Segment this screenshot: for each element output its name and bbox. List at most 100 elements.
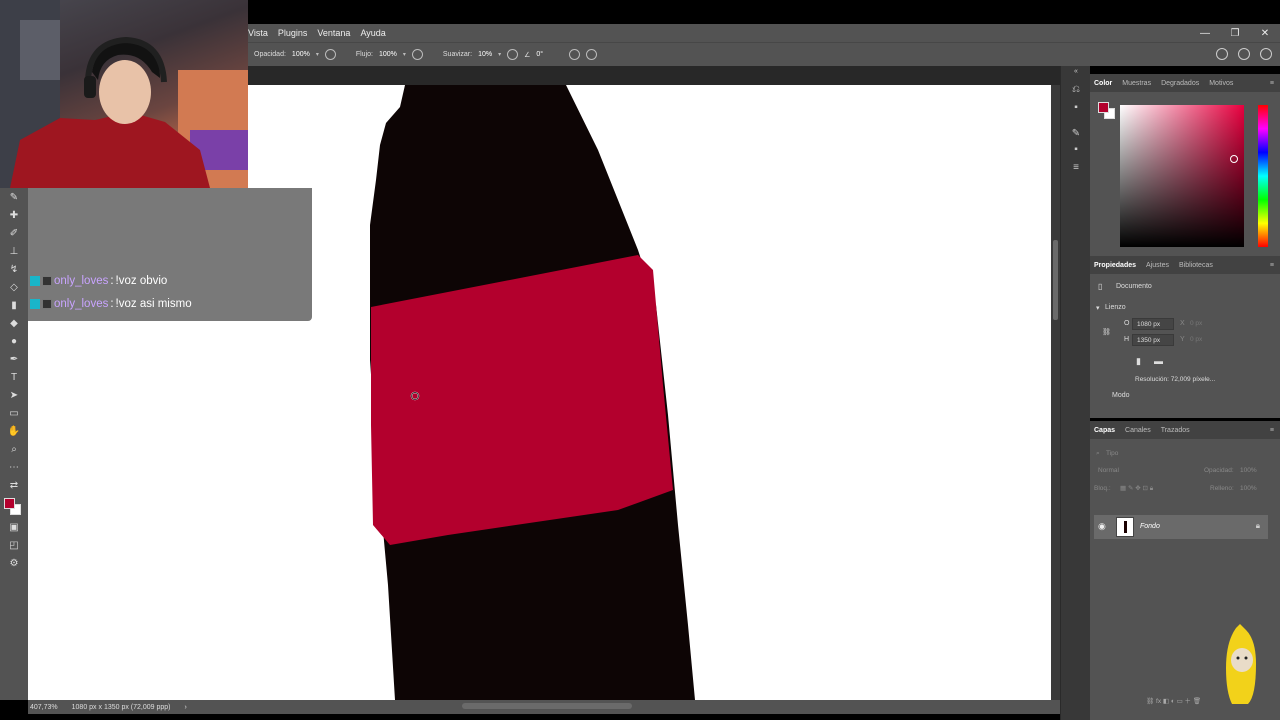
brush-tool-icon[interactable]: ✐: [7, 228, 21, 240]
minimize-icon[interactable]: —: [1198, 28, 1212, 39]
blend-mode-select[interactable]: Normal: [1098, 467, 1119, 474]
hand-tool-icon[interactable]: ✋: [7, 426, 21, 438]
mode-label: Modo: [1112, 392, 1130, 399]
angle-icon: ∠: [524, 51, 531, 59]
layer-name[interactable]: Fondo: [1140, 523, 1160, 530]
chevron-down-icon[interactable]: ▾: [403, 51, 406, 58]
pressure-opacity-icon[interactable]: [324, 49, 336, 60]
tab-color[interactable]: Color: [1094, 80, 1112, 87]
tab-properties[interactable]: Propiedades: [1094, 262, 1136, 269]
more-tools-icon[interactable]: ⋯: [7, 462, 21, 474]
chat-message: only_loves: !voz obvio: [30, 273, 168, 289]
adjustments-icon[interactable]: ≡: [1070, 162, 1082, 174]
height-field[interactable]: 1350 px: [1132, 334, 1174, 346]
menu-vista[interactable]: Vista: [248, 28, 268, 38]
angle-value[interactable]: 0°: [536, 51, 543, 58]
chat-text: !voz obvio: [115, 275, 168, 287]
path-select-icon[interactable]: ➤: [7, 390, 21, 402]
eye-icon[interactable]: ◉: [1098, 521, 1106, 532]
smoothing-value[interactable]: 10%: [478, 51, 492, 58]
tab-paths[interactable]: Trazados: [1161, 427, 1190, 434]
tab-layers[interactable]: Capas: [1094, 427, 1115, 434]
portrait-icon[interactable]: ▮: [1136, 356, 1141, 367]
streamer-webcam: [0, 0, 248, 188]
lock-icons[interactable]: ▦ ✎ ✥ ⊡ 🔒︎: [1120, 484, 1153, 493]
tab-channels[interactable]: Canales: [1125, 427, 1151, 434]
zoom-level[interactable]: 407,73%: [30, 704, 58, 711]
vertical-scrollbar[interactable]: [1051, 85, 1060, 700]
help-icon[interactable]: [1238, 48, 1250, 60]
width-field[interactable]: 1080 px: [1132, 318, 1174, 330]
color-marker[interactable]: [1230, 155, 1238, 163]
eraser-tool-icon[interactable]: ◇: [7, 282, 21, 294]
window-controls: — ❐ ✕: [1198, 24, 1272, 42]
foreground-color-swatch[interactable]: [4, 498, 15, 509]
quick-mask-icon[interactable]: ▣: [7, 522, 21, 534]
landscape-icon[interactable]: ▬: [1154, 356, 1163, 366]
history-icon[interactable]: ⎌: [1070, 84, 1082, 96]
gradient-tool-icon[interactable]: ▮: [7, 300, 21, 312]
tab-libraries[interactable]: Bibliotecas: [1179, 262, 1213, 269]
emote-badge-icon: [42, 299, 52, 309]
panel-menu-icon[interactable]: ≡: [1270, 80, 1274, 87]
tab-gradients[interactable]: Degradados: [1161, 80, 1199, 87]
collapse-panels-icon[interactable]: «: [1070, 68, 1082, 80]
panel-menu-icon[interactable]: ≡: [1270, 427, 1274, 434]
x-field[interactable]: 0 px: [1186, 318, 1228, 330]
paint-bucket-icon[interactable]: ◆: [7, 318, 21, 330]
link-icon[interactable]: ⛓: [1102, 328, 1111, 336]
layer-filter-input[interactable]: Tipo: [1106, 450, 1118, 457]
hue-slider[interactable]: [1258, 105, 1268, 247]
horizontal-scrollbar[interactable]: [462, 703, 632, 709]
brushes-icon[interactable]: ▪: [1070, 144, 1082, 156]
chevron-down-icon[interactable]: ▾: [498, 51, 501, 58]
workspace-icon[interactable]: [1260, 48, 1272, 60]
history-brush-icon[interactable]: ↯: [7, 264, 21, 276]
type-tool-icon[interactable]: T: [7, 372, 21, 384]
chevron-down-icon[interactable]: ▾: [1096, 304, 1100, 312]
swap-colors-icon[interactable]: ⇄: [7, 480, 21, 492]
y-field[interactable]: 0 px: [1186, 334, 1228, 346]
rectangle-tool-icon[interactable]: ▭: [7, 408, 21, 420]
layer-opacity-value[interactable]: 100%: [1240, 467, 1257, 474]
opacity-value[interactable]: 100%: [292, 51, 310, 58]
close-icon[interactable]: ✕: [1258, 28, 1272, 39]
scroll-thumb[interactable]: [1053, 240, 1058, 320]
zoom-tool-icon[interactable]: ⌕: [7, 444, 21, 456]
fill-value[interactable]: 100%: [1240, 485, 1257, 492]
menu-ventana[interactable]: Ventana: [317, 28, 350, 38]
saturation-value-field[interactable]: [1120, 105, 1244, 247]
healing-tool-icon[interactable]: ✚: [7, 210, 21, 222]
airbrush-icon[interactable]: [411, 49, 423, 60]
screen-mode-icon[interactable]: ◰: [7, 540, 21, 552]
pen-tool-icon[interactable]: ✒: [7, 354, 21, 366]
document-tab-bar: [248, 66, 1060, 85]
banana-cat-sticker: [1222, 624, 1262, 706]
flow-value[interactable]: 100%: [379, 51, 397, 58]
gear-icon[interactable]: [507, 49, 519, 60]
layer-thumbnail: [1116, 517, 1134, 537]
menu-plugins[interactable]: Plugins: [278, 28, 308, 38]
document-icon: ▯: [1098, 282, 1103, 291]
tab-adjustments[interactable]: Ajustes: [1146, 262, 1169, 269]
foreground-color-chip[interactable]: [1098, 102, 1109, 113]
symmetry-icon[interactable]: [586, 49, 598, 60]
chevron-down-icon[interactable]: ▾: [316, 51, 319, 58]
eyedropper-tool-icon[interactable]: ✎: [7, 192, 21, 204]
maximize-icon[interactable]: ❐: [1228, 28, 1242, 39]
comments-icon[interactable]: ▪: [1070, 102, 1082, 114]
layer-row[interactable]: ◉ Fondo 🔒︎: [1094, 515, 1268, 539]
tab-patterns[interactable]: Motivos: [1209, 80, 1233, 87]
pressure-size-icon[interactable]: [569, 49, 581, 60]
menu-ayuda[interactable]: Ayuda: [360, 28, 385, 38]
search-icon[interactable]: [1216, 48, 1228, 60]
dodge-tool-icon[interactable]: ●: [7, 336, 21, 348]
edit-toolbar-icon[interactable]: ⚙: [7, 558, 21, 570]
tab-swatches[interactable]: Muestras: [1122, 80, 1151, 87]
panel-menu-icon[interactable]: ≡: [1270, 262, 1274, 269]
brush-settings-icon[interactable]: ✎: [1070, 128, 1082, 140]
stamp-tool-icon[interactable]: ⊥: [7, 246, 21, 258]
chevron-right-icon[interactable]: ›: [185, 704, 187, 711]
layer-actions[interactable]: ⛓ fx ◧ ◐ ▭ ＋ 🗑︎: [1146, 695, 1201, 705]
emote-badge-icon: [42, 276, 52, 286]
